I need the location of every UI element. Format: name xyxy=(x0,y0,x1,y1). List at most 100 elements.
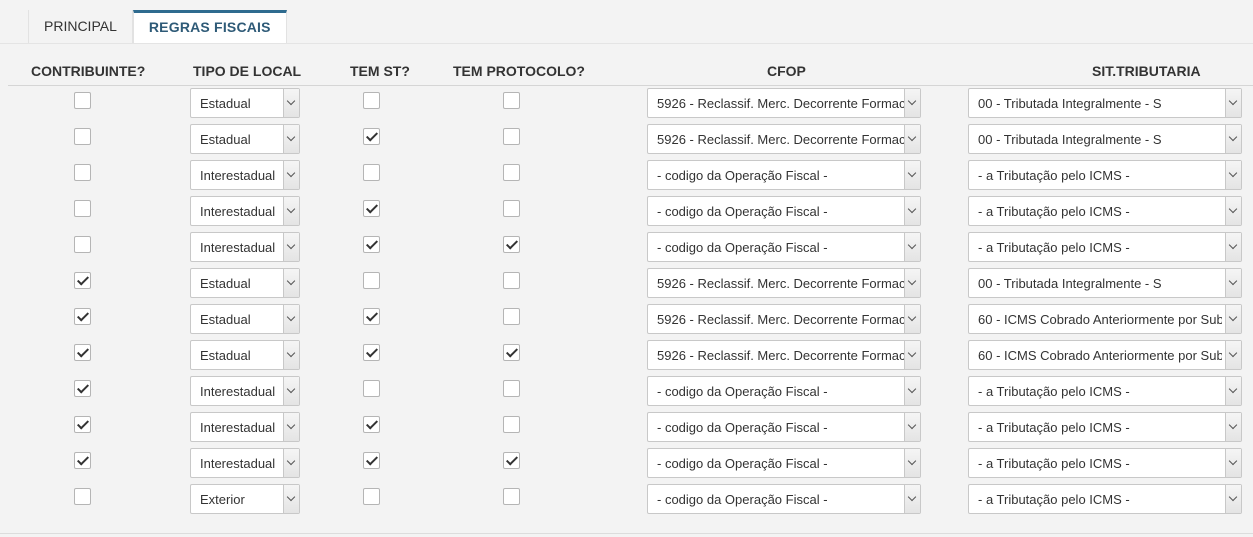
sit-tributaria-select[interactable]: - a Tributação pelo ICMS - xyxy=(968,412,1242,442)
chevron-down-icon[interactable] xyxy=(283,269,299,297)
tem-protocolo-checkbox[interactable] xyxy=(503,200,520,217)
cfop-select[interactable]: 5926 - Reclassif. Merc. Decorrente Forma… xyxy=(647,304,921,334)
tem-st-checkbox[interactable] xyxy=(363,488,380,505)
chevron-down-icon[interactable] xyxy=(283,377,299,405)
cfop-select[interactable]: 5926 - Reclassif. Merc. Decorrente Forma… xyxy=(647,88,921,118)
tem-protocolo-checkbox[interactable] xyxy=(503,272,520,289)
chevron-down-icon[interactable] xyxy=(904,125,920,153)
tem-protocolo-checkbox[interactable] xyxy=(503,380,520,397)
chevron-down-icon[interactable] xyxy=(904,305,920,333)
tipo-local-select[interactable]: Interestadual xyxy=(190,448,300,478)
chevron-down-icon[interactable] xyxy=(283,341,299,369)
contribuinte-checkbox[interactable] xyxy=(74,452,91,469)
tem-st-checkbox[interactable] xyxy=(363,380,380,397)
sit-tributaria-select[interactable]: 00 - Tributada Integralmente - S xyxy=(968,268,1242,298)
cfop-select[interactable]: - codigo da Operação Fiscal - xyxy=(647,412,921,442)
contribuinte-checkbox[interactable] xyxy=(74,380,91,397)
chevron-down-icon[interactable] xyxy=(283,161,299,189)
tipo-local-select[interactable]: Interestadual xyxy=(190,196,300,226)
contribuinte-checkbox[interactable] xyxy=(74,272,91,289)
contribuinte-checkbox[interactable] xyxy=(74,416,91,433)
tem-protocolo-checkbox[interactable] xyxy=(503,416,520,433)
chevron-down-icon[interactable] xyxy=(1225,197,1241,225)
cfop-select[interactable]: - codigo da Operação Fiscal - xyxy=(647,376,921,406)
contribuinte-checkbox[interactable] xyxy=(74,128,91,145)
tem-protocolo-checkbox[interactable] xyxy=(503,452,520,469)
contribuinte-checkbox[interactable] xyxy=(74,488,91,505)
tab-regras-fiscais[interactable]: REGRAS FISCAIS xyxy=(132,10,287,43)
cfop-select[interactable]: - codigo da Operação Fiscal - xyxy=(647,196,921,226)
contribuinte-checkbox[interactable] xyxy=(74,308,91,325)
sit-tributaria-select[interactable]: - a Tributação pelo ICMS - xyxy=(968,160,1242,190)
tem-protocolo-checkbox[interactable] xyxy=(503,128,520,145)
tem-st-checkbox[interactable] xyxy=(363,308,380,325)
tab-principal[interactable]: PRINCIPAL xyxy=(28,10,133,43)
tipo-local-select[interactable]: Estadual xyxy=(190,304,300,334)
chevron-down-icon[interactable] xyxy=(904,197,920,225)
chevron-down-icon[interactable] xyxy=(283,449,299,477)
tem-st-checkbox[interactable] xyxy=(363,128,380,145)
tipo-local-select[interactable]: Estadual xyxy=(190,88,300,118)
tem-st-checkbox[interactable] xyxy=(363,92,380,109)
chevron-down-icon[interactable] xyxy=(1225,233,1241,261)
chevron-down-icon[interactable] xyxy=(1225,377,1241,405)
tipo-local-select[interactable]: Interestadual xyxy=(190,160,300,190)
chevron-down-icon[interactable] xyxy=(1225,485,1241,513)
contribuinte-checkbox[interactable] xyxy=(74,236,91,253)
tem-protocolo-checkbox[interactable] xyxy=(503,344,520,361)
cfop-select[interactable]: 5926 - Reclassif. Merc. Decorrente Forma… xyxy=(647,268,921,298)
contribuinte-checkbox[interactable] xyxy=(74,92,91,109)
tem-protocolo-checkbox[interactable] xyxy=(503,308,520,325)
cfop-select[interactable]: 5926 - Reclassif. Merc. Decorrente Forma… xyxy=(647,340,921,370)
chevron-down-icon[interactable] xyxy=(904,341,920,369)
tipo-local-select[interactable]: Interestadual xyxy=(190,232,300,262)
sit-tributaria-select[interactable]: 00 - Tributada Integralmente - S xyxy=(968,88,1242,118)
tipo-local-select[interactable]: Exterior xyxy=(190,484,300,514)
tem-st-checkbox[interactable] xyxy=(363,164,380,181)
sit-tributaria-select[interactable]: 60 - ICMS Cobrado Anteriormente por Subs xyxy=(968,340,1242,370)
chevron-down-icon[interactable] xyxy=(283,197,299,225)
tem-protocolo-checkbox[interactable] xyxy=(503,164,520,181)
chevron-down-icon[interactable] xyxy=(1225,269,1241,297)
chevron-down-icon[interactable] xyxy=(283,233,299,261)
tem-st-checkbox[interactable] xyxy=(363,452,380,469)
sit-tributaria-select[interactable]: - a Tributação pelo ICMS - xyxy=(968,232,1242,262)
cfop-select[interactable]: - codigo da Operação Fiscal - xyxy=(647,160,921,190)
chevron-down-icon[interactable] xyxy=(1225,125,1241,153)
contribuinte-checkbox[interactable] xyxy=(74,200,91,217)
chevron-down-icon[interactable] xyxy=(283,413,299,441)
chevron-down-icon[interactable] xyxy=(1225,161,1241,189)
tipo-local-select[interactable]: Estadual xyxy=(190,268,300,298)
chevron-down-icon[interactable] xyxy=(904,89,920,117)
chevron-down-icon[interactable] xyxy=(904,161,920,189)
chevron-down-icon[interactable] xyxy=(283,485,299,513)
chevron-down-icon[interactable] xyxy=(283,89,299,117)
chevron-down-icon[interactable] xyxy=(904,233,920,261)
chevron-down-icon[interactable] xyxy=(1225,341,1241,369)
tem-st-checkbox[interactable] xyxy=(363,272,380,289)
cfop-select[interactable]: - codigo da Operação Fiscal - xyxy=(647,448,921,478)
chevron-down-icon[interactable] xyxy=(283,125,299,153)
chevron-down-icon[interactable] xyxy=(904,449,920,477)
sit-tributaria-select[interactable]: - a Tributação pelo ICMS - xyxy=(968,448,1242,478)
cfop-select[interactable]: - codigo da Operação Fiscal - xyxy=(647,232,921,262)
chevron-down-icon[interactable] xyxy=(904,485,920,513)
tem-protocolo-checkbox[interactable] xyxy=(503,488,520,505)
chevron-down-icon[interactable] xyxy=(904,269,920,297)
chevron-down-icon[interactable] xyxy=(1225,413,1241,441)
tem-st-checkbox[interactable] xyxy=(363,416,380,433)
tem-protocolo-checkbox[interactable] xyxy=(503,92,520,109)
tem-st-checkbox[interactable] xyxy=(363,236,380,253)
tem-st-checkbox[interactable] xyxy=(363,344,380,361)
chevron-down-icon[interactable] xyxy=(283,305,299,333)
chevron-down-icon[interactable] xyxy=(904,377,920,405)
tipo-local-select[interactable]: Interestadual xyxy=(190,412,300,442)
cfop-select[interactable]: - codigo da Operação Fiscal - xyxy=(647,484,921,514)
sit-tributaria-select[interactable]: - a Tributação pelo ICMS - xyxy=(968,196,1242,226)
sit-tributaria-select[interactable]: - a Tributação pelo ICMS - xyxy=(968,484,1242,514)
tipo-local-select[interactable]: Interestadual xyxy=(190,376,300,406)
tem-st-checkbox[interactable] xyxy=(363,200,380,217)
tipo-local-select[interactable]: Estadual xyxy=(190,340,300,370)
contribuinte-checkbox[interactable] xyxy=(74,344,91,361)
chevron-down-icon[interactable] xyxy=(904,413,920,441)
